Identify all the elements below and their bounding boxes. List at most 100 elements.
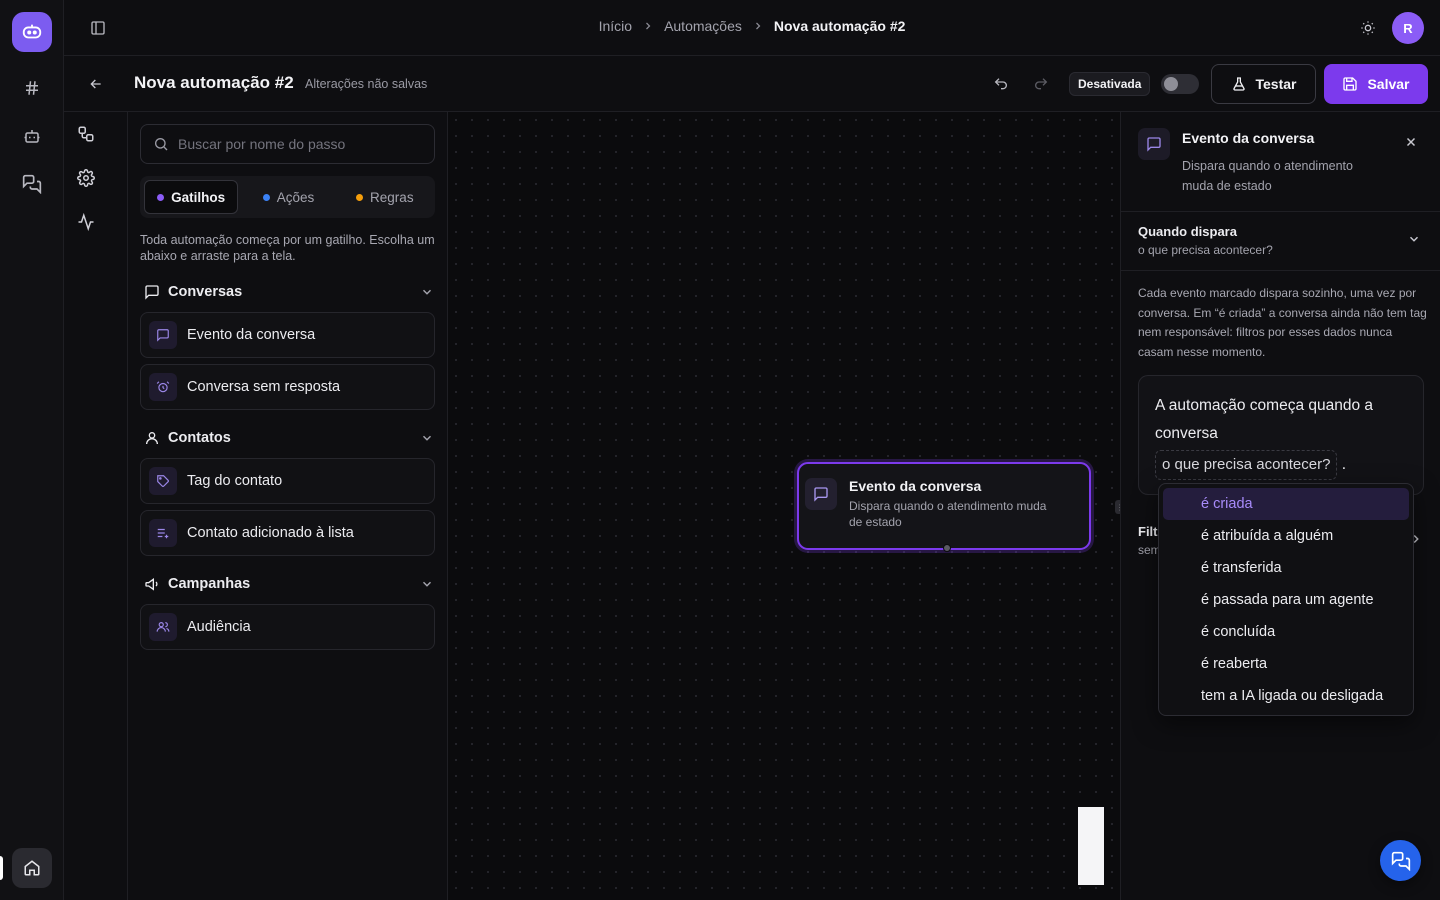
dropdown-option-handed-to-agent[interactable]: é passada para um agente	[1163, 584, 1409, 616]
robot-icon	[23, 127, 41, 145]
app-rail	[0, 0, 64, 900]
config-help-text: Cada evento marcado dispara sozinho, uma…	[1138, 286, 1427, 359]
active-toggle[interactable]	[1161, 74, 1199, 94]
tab-label: Regras	[370, 189, 414, 205]
tab-actions[interactable]: Ações	[242, 180, 334, 214]
actions-dot	[262, 193, 270, 201]
dropdown-option-assigned[interactable]: é atribuída a alguém	[1163, 520, 1409, 552]
step-contact-added-to-list[interactable]: Contato adicionado à lista	[140, 510, 435, 556]
redo-icon	[1033, 76, 1049, 92]
message-square-icon	[144, 284, 160, 300]
rules-dot	[356, 193, 364, 201]
undo-icon	[993, 76, 1009, 92]
sentence-prefix: A automação começa quando a conversa	[1155, 397, 1374, 442]
unsaved-status: Alterações não salvas	[305, 77, 428, 91]
close-button[interactable]	[1401, 132, 1421, 152]
minimap[interactable]	[1078, 807, 1104, 885]
tab-triggers[interactable]: Gatilhos	[144, 180, 239, 214]
arrow-left-icon	[88, 76, 104, 92]
trigger-sentence: A automação começa quando a conversa o q…	[1138, 375, 1424, 495]
save-button[interactable]: Salvar	[1324, 64, 1428, 104]
breadcrumb-automations[interactable]: Automações	[664, 18, 742, 34]
theme-toggle-button[interactable]	[1356, 16, 1380, 40]
config-description: Dispara quando o atendimento muda de est…	[1182, 159, 1353, 193]
megaphone-icon	[144, 576, 160, 592]
home-button[interactable]	[12, 848, 52, 888]
dropdown-option-reopened[interactable]: é reaberta	[1163, 648, 1409, 680]
settings-button[interactable]	[74, 166, 98, 190]
dropdown-option-concluded[interactable]: é concluída	[1163, 616, 1409, 648]
breadcrumb-home[interactable]: Início	[599, 18, 632, 34]
status-badge: Desativada	[1069, 72, 1151, 96]
chevron-right-icon	[752, 20, 764, 32]
divider	[1121, 270, 1440, 271]
config-title: Evento da conversa	[1182, 130, 1315, 146]
flow-canvas[interactable]: Evento da conversa Dispara quando o aten…	[448, 112, 1120, 900]
active-indicator	[0, 856, 3, 880]
message-square-icon	[149, 321, 177, 349]
undo-button[interactable]	[989, 72, 1013, 96]
chevron-down-icon	[420, 285, 434, 299]
step-label: Audiência	[187, 619, 251, 635]
save-button-label: Salvar	[1367, 76, 1410, 92]
sun-icon	[1360, 20, 1376, 36]
support-chat-button[interactable]	[1380, 840, 1421, 881]
tab-label: Gatilhos	[171, 189, 226, 205]
tab-label: Ações	[276, 189, 315, 205]
step-label: Tag do contato	[187, 473, 283, 489]
hash-icon	[23, 79, 41, 97]
step-label: Conversa sem resposta	[187, 379, 341, 395]
step-conversation-event[interactable]: Evento da conversa	[140, 312, 435, 358]
message-square-icon	[1138, 128, 1170, 160]
section-conversations[interactable]: Conversas	[144, 281, 434, 303]
users-icon	[149, 613, 177, 641]
search-input[interactable]	[178, 136, 418, 152]
when-section-subtitle: o que precisa acontecer?	[1138, 243, 1273, 257]
test-button[interactable]: Testar	[1211, 64, 1316, 104]
bot-face-icon	[21, 21, 43, 43]
rail-item-bots[interactable]	[12, 116, 52, 156]
dropdown-option-created[interactable]: é criada	[1163, 488, 1409, 520]
step-conversation-no-reply[interactable]: Conversa sem resposta	[140, 364, 435, 410]
editor-header: Nova automação #2 Alterações não salvas …	[64, 56, 1440, 112]
alarm-clock-icon	[149, 373, 177, 401]
node-title: Evento da conversa	[849, 478, 982, 494]
step-label: Contato adicionado à lista	[187, 525, 354, 541]
section-campaigns[interactable]: Campanhas	[144, 573, 434, 595]
app-logo[interactable]	[12, 12, 52, 52]
page-title: Nova automação #2	[134, 73, 294, 92]
redo-button[interactable]	[1029, 72, 1053, 96]
back-button[interactable]	[84, 72, 108, 96]
event-select-chip[interactable]: o que precisa acontecer?	[1155, 450, 1338, 480]
breadcrumb: Início Automações Nova automação #2	[64, 18, 1440, 34]
avatar[interactable]: R	[1392, 12, 1424, 44]
library-help-text: Toda automação começa por um gatilho. Es…	[140, 233, 435, 263]
divider	[1121, 211, 1440, 212]
editor-side-rail	[64, 112, 128, 900]
dropdown-option-transferred[interactable]: é transferida	[1163, 552, 1409, 584]
chevron-down-icon	[420, 431, 434, 445]
test-button-label: Testar	[1255, 76, 1297, 92]
section-contacts[interactable]: Contatos	[144, 427, 434, 449]
chevron-down-icon[interactable]	[1407, 232, 1421, 246]
list-plus-icon	[149, 519, 177, 547]
rail-item-conversations[interactable]	[12, 164, 52, 204]
step-audience[interactable]: Audiência	[140, 604, 435, 650]
node-output-handle[interactable]	[943, 544, 951, 552]
tag-icon	[149, 467, 177, 495]
step-contact-tag[interactable]: Tag do contato	[140, 458, 435, 504]
flow-steps-button[interactable]	[74, 122, 98, 146]
step-label: Evento da conversa	[187, 327, 316, 343]
event-dropdown: é criada é atribuída a alguém é transfer…	[1158, 483, 1414, 716]
top-bar: Início Automações Nova automação #2 R	[64, 0, 1440, 56]
dropdown-option-ai-toggled[interactable]: tem a IA ligada ou desligada	[1163, 680, 1409, 712]
rail-item-channels[interactable]	[12, 68, 52, 108]
workflow-icon	[77, 125, 95, 143]
chevron-down-icon	[420, 577, 434, 591]
flow-node-conversation-event[interactable]: Evento da conversa Dispara quando o aten…	[797, 462, 1091, 552]
tab-rules[interactable]: Regras	[339, 180, 431, 214]
sentence-suffix: .	[1341, 456, 1347, 473]
activity-button[interactable]	[74, 210, 98, 234]
step-library-panel: Gatilhos Ações Regras Toda automação com…	[128, 112, 448, 900]
search-field[interactable]	[140, 124, 435, 164]
